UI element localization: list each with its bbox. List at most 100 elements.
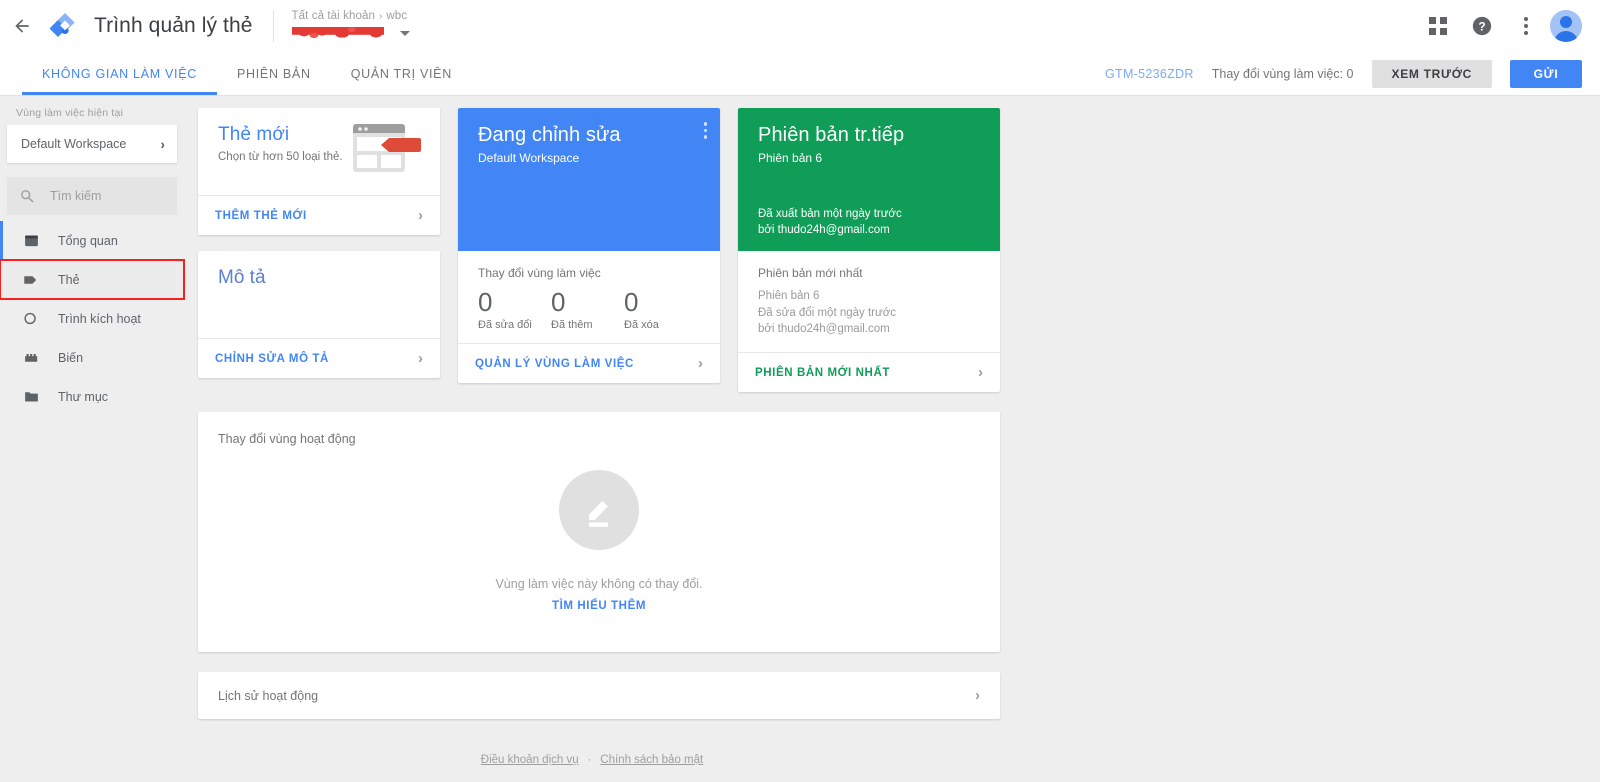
kebab-menu-icon: [1524, 17, 1528, 35]
svg-text:?: ?: [1478, 20, 1485, 34]
more-options-button[interactable]: [1506, 6, 1546, 46]
workspace-name: Default Workspace: [21, 137, 127, 151]
breadcrumb-current[interactable]: wbc: [386, 10, 407, 22]
edit-description-action[interactable]: CHỈNH SỬA MÔ TẢ ›: [198, 338, 440, 378]
arrow-left-icon: [15, 19, 29, 33]
header-divider: [272, 10, 274, 42]
app-title: Trình quản lý thẻ: [94, 14, 253, 37]
chevron-right-icon: ›: [978, 364, 983, 382]
workspace-changes-count: Thay đổi vùng làm việc: 0: [1211, 66, 1354, 81]
manage-workspace-action[interactable]: QUẢN LÝ VÙNG LÀM VIỆC ›: [458, 343, 720, 383]
workspace-stats-row: 0 Đã sửa đổi 0 Đã thêm 0 Đã xóa: [478, 287, 700, 332]
pencil-edit-icon: [559, 470, 639, 551]
sidebar-item-folders[interactable]: Thư mục: [0, 377, 184, 416]
breadcrumb-root[interactable]: Tất cả tài khoản: [292, 10, 375, 22]
workspace-changes-title: Thay đổi vùng hoạt động: [218, 432, 356, 447]
sidebar-item-tags-label: Thẻ: [58, 272, 80, 287]
sidebar-item-variables-label: Biến: [58, 350, 84, 365]
manage-workspace-label: QUẢN LÝ VÙNG LÀM VIỆC: [475, 357, 634, 370]
gtm-diamond-logo: [49, 11, 80, 41]
live-version-published-when: Đã xuất bản một ngày trước: [758, 208, 902, 221]
tag-icon: [22, 271, 40, 289]
search-icon: [21, 189, 34, 203]
version-card-column: Phiên bản tr.tiếp Phiên bản 6 Đã xuất bả…: [738, 108, 1000, 393]
breadcrumb: Tất cả tài khoản › wbc: [292, 10, 410, 22]
help-button[interactable]: ?: [1462, 6, 1502, 46]
activity-history-title: Lịch sử hoạt động: [218, 688, 319, 703]
workspace-stats-header: Thay đổi vùng làm việc: [478, 266, 601, 280]
preview-button[interactable]: XEM TRƯỚC: [1371, 59, 1492, 88]
top-app-bar: Trình quản lý thẻ Tất cả tài khoản › wbc ?: [0, 0, 1600, 52]
learn-more-link[interactable]: TÌM HIỂU THÊM: [552, 600, 646, 612]
help-circle-icon: ?: [1472, 16, 1492, 36]
container-id-link[interactable]: GTM-5236ZDR: [1105, 67, 1194, 81]
submit-button[interactable]: GỬI: [1510, 59, 1582, 88]
empty-state: Vùng làm việc này không có thay đổi. TÌM…: [198, 446, 1000, 652]
user-avatar-icon[interactable]: [1550, 10, 1582, 42]
latest-version-name: Phiên bản 6: [758, 290, 820, 302]
workspace-changes-panel: Thay đổi vùng hoạt động Vùng làm việc nà…: [198, 412, 1000, 653]
workspace-card-menu-button[interactable]: [703, 122, 707, 139]
stat-deleted-caption: Đã xóa: [624, 319, 659, 332]
account-name-row[interactable]: [291, 24, 410, 42]
brand-block: Trình quản lý thẻ: [44, 11, 253, 41]
left-card-column: Thẻ mới Chọn từ hơn 50 loại thẻ. THÊM TH…: [198, 108, 440, 392]
edit-description-label: CHỈNH SỬA MÔ TẢ: [215, 352, 329, 365]
new-tag-title: Thẻ mới: [218, 124, 290, 145]
live-version-subtitle: Phiên bản 6: [758, 151, 823, 165]
page-body: Vùng làm việc hiện tại Default Workspace…: [0, 96, 1600, 782]
stat-added-caption: Đã thêm: [551, 319, 593, 332]
stat-deleted: 0 Đã xóa: [624, 287, 697, 332]
apps-button[interactable]: [1418, 6, 1458, 46]
stat-added-value: 0: [551, 287, 566, 317]
nav-bar-actions: GTM-5236ZDR Thay đổi vùng làm việc: 0 XE…: [1105, 52, 1600, 95]
stat-modified: 0 Đã sửa đổi: [478, 287, 551, 332]
stat-modified-caption: Đã sửa đổi: [478, 319, 532, 332]
add-new-tag-action[interactable]: THÊM THẺ MỚI ›: [198, 195, 440, 235]
sidebar-item-variables[interactable]: Biến: [0, 338, 184, 377]
chevron-right-icon: ›: [975, 687, 980, 705]
chevron-down-icon[interactable]: [399, 30, 410, 36]
tab-admin[interactable]: QUẢN TRỊ VIÊN: [331, 52, 472, 95]
sidebar-item-overview[interactable]: Tổng quan: [0, 221, 184, 260]
search-placeholder: Tìm kiếm: [50, 189, 102, 203]
live-version-publish-info: Đã xuất bản một ngày trước bởi thudo24h@…: [758, 207, 982, 251]
privacy-policy-link[interactable]: Chính sách bảo mật: [600, 754, 703, 766]
account-selector[interactable]: Tất cả tài khoản › wbc: [291, 10, 410, 42]
account-name-redacted: [291, 24, 392, 42]
sidebar-item-triggers[interactable]: Trình kích hoạt: [0, 299, 184, 338]
new-tag-subtitle: Chọn từ hơn 50 loại thẻ.: [218, 151, 343, 163]
latest-version-meta: Phiên bản 6 Đã sửa đổi một ngày trước bở…: [758, 288, 980, 338]
activity-history-panel[interactable]: Lịch sử hoạt động ›: [198, 672, 1000, 720]
latest-version-header: Phiên bản mới nhất: [758, 266, 863, 280]
overview-box-icon: [22, 232, 40, 250]
terms-of-service-link[interactable]: Điều khoản dịch vụ: [481, 754, 579, 766]
sidebar-workspace-label: Vùng làm việc hiện tại: [16, 107, 124, 119]
nav-tabs: KHÔNG GIAN LÀM VIỆC PHIÊN BẢN QUẢN TRỊ V…: [0, 52, 472, 95]
back-button[interactable]: [0, 0, 44, 52]
workspace-selector[interactable]: Default Workspace ›: [7, 125, 177, 163]
workspace-stats: Thay đổi vùng làm việc 0 Đã sửa đổi 0 Đã…: [458, 251, 720, 343]
workspace-card-column: Đang chỉnh sửa Default Workspace Thay đổ…: [458, 108, 720, 392]
new-tag-card: Thẻ mới Chọn từ hơn 50 loại thẻ. THÊM TH…: [198, 108, 440, 235]
add-new-tag-label: THÊM THẺ MỚI: [215, 209, 307, 222]
sidebar-item-tags[interactable]: Thẻ: [0, 259, 185, 300]
new-tag-text: Thẻ mới Chọn từ hơn 50 loại thẻ.: [218, 124, 343, 195]
description-card: Mô tả CHỈNH SỬA MÔ TẢ ›: [198, 251, 440, 378]
latest-version-action[interactable]: PHIÊN BẢN MỚI NHẤT ›: [738, 352, 1000, 392]
apps-grid-icon: [1429, 17, 1447, 35]
chevron-right-icon: ›: [698, 355, 703, 373]
tab-versions[interactable]: PHIÊN BẢN: [217, 52, 331, 95]
workspace-card-title: Đang chỉnh sửa: [478, 124, 621, 146]
footer-separator: ·: [587, 754, 592, 766]
workspace-card-header: Đang chỉnh sửa Default Workspace: [458, 108, 720, 251]
breadcrumb-separator: ›: [378, 11, 383, 22]
folder-icon: [22, 388, 40, 406]
search-input[interactable]: Tìm kiếm: [7, 177, 177, 215]
tab-workspace[interactable]: KHÔNG GIAN LÀM VIỆC: [22, 52, 217, 95]
variables-icon: [22, 349, 40, 367]
stat-modified-value: 0: [478, 287, 493, 317]
sidebar: Vùng làm việc hiện tại Default Workspace…: [0, 96, 185, 782]
stat-deleted-value: 0: [624, 287, 639, 317]
workspace-card-subtitle: Default Workspace: [478, 151, 580, 165]
